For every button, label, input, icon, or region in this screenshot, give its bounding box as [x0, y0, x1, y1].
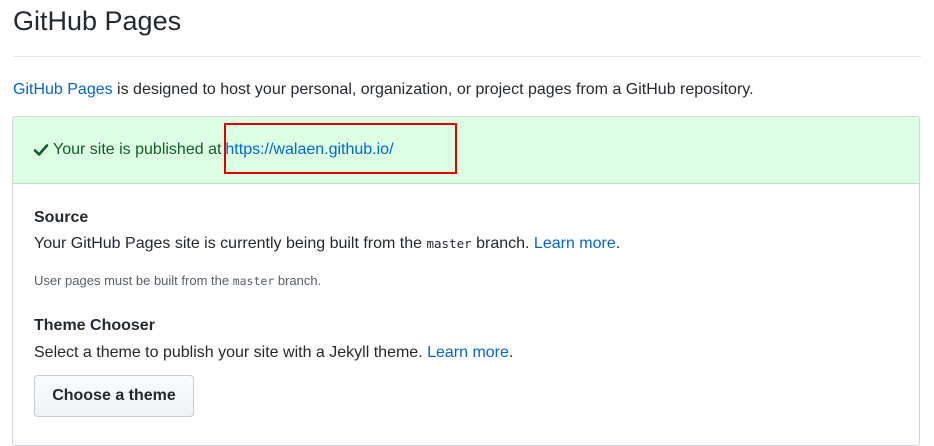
- note-branch-name: master: [232, 274, 275, 288]
- check-icon: [33, 142, 49, 158]
- title-divider: [13, 56, 921, 57]
- intro-paragraph: GitHub Pages is designed to host your pe…: [13, 81, 754, 99]
- choose-theme-button[interactable]: Choose a theme: [34, 375, 194, 417]
- theme-chooser-description: Select a theme to publish your site with…: [34, 344, 514, 361]
- page-title: GitHub Pages: [13, 6, 182, 36]
- intro-text: is designed to host your personal, organ…: [112, 81, 754, 98]
- source-title: Source: [34, 209, 89, 226]
- github-pages-link[interactable]: GitHub Pages: [13, 81, 113, 98]
- theme-chooser-title: Theme Chooser: [34, 317, 155, 334]
- branch-name: master: [426, 236, 472, 251]
- pages-settings-panel: Your site is published at https://walaen…: [12, 116, 920, 446]
- theme-learn-more-link[interactable]: Learn more: [427, 344, 509, 361]
- published-flash: Your site is published at https://walaen…: [13, 117, 919, 184]
- published-message: Your site is published at: [53, 141, 222, 158]
- source-learn-more-link[interactable]: Learn more: [534, 235, 616, 252]
- source-description: Your GitHub Pages site is currently bein…: [34, 235, 621, 252]
- source-note: User pages must be built from the master…: [34, 273, 322, 288]
- url-highlight-box: [224, 123, 457, 174]
